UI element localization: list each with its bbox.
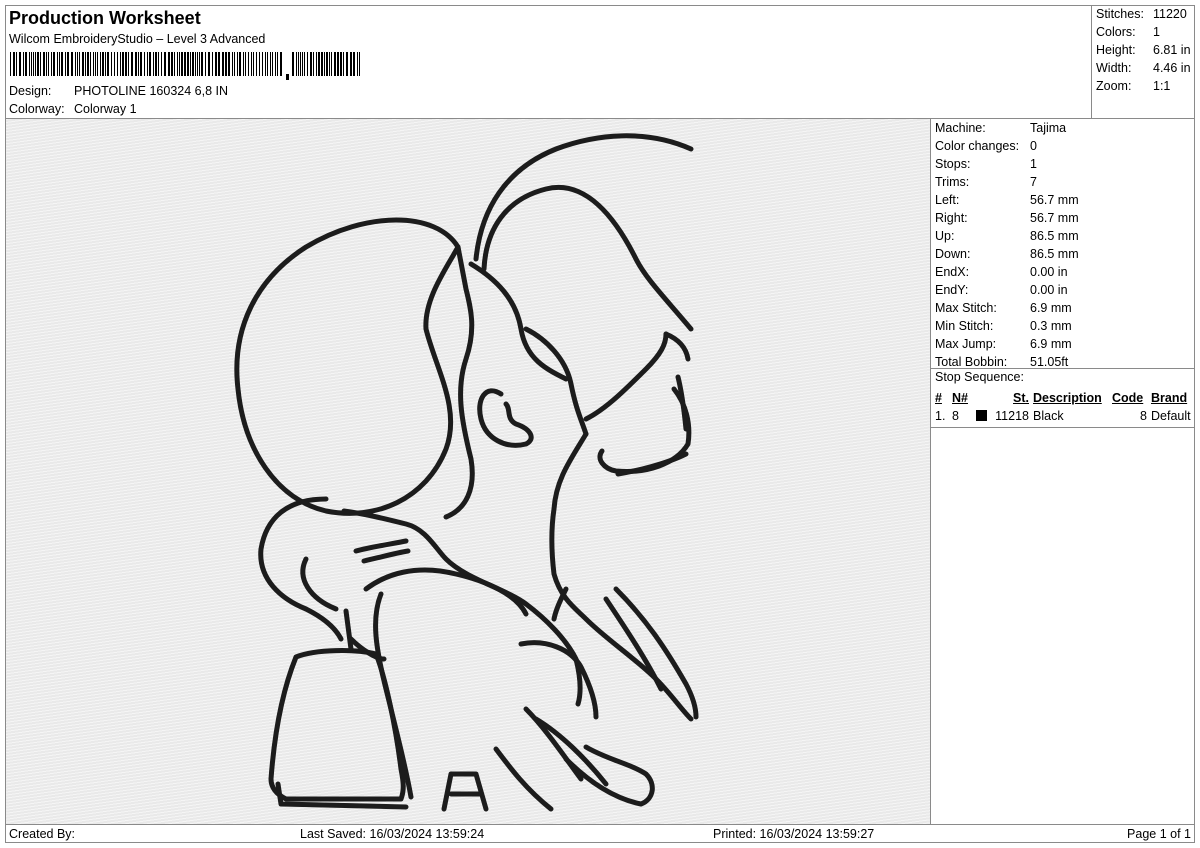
colorway-row: Colorway: Colorway 1 <box>9 102 137 116</box>
stop-description: Black <box>1033 409 1064 423</box>
stitches-row: Stitches: 11220 <box>1096 7 1187 21</box>
colorway-label: Colorway: <box>9 102 65 116</box>
detail-label: Right: <box>935 211 968 225</box>
detail-row: Up: 86.5 mm <box>935 227 1079 245</box>
stop-sequence-table: # N# St. Description Code Brand 1. 8 112… <box>935 389 1191 425</box>
zoom-label: Zoom: <box>1096 79 1132 93</box>
detail-row: EndY: 0.00 in <box>935 281 1068 299</box>
stop-code: 8 <box>1140 409 1147 423</box>
design-label: Design: <box>9 84 52 98</box>
stop-needle-cell: 8 <box>952 407 988 425</box>
worksheet-header: Production Worksheet Wilcom EmbroiderySt… <box>6 6 1091 118</box>
design-preview <box>6 119 931 824</box>
stop-sequence-title: Stop Sequence: <box>935 370 1024 384</box>
machine-info-panel: Machine: Tajima Color changes: 0 Stops: 1 T… <box>931 119 1194 824</box>
stop-needle: 8 <box>952 409 959 423</box>
stop-stitches: 11218 <box>995 409 1029 423</box>
printed-date: Printed: 16/03/2024 13:59:27 <box>713 827 875 841</box>
detail-value: 7 <box>1030 175 1037 189</box>
software-name: Wilcom EmbroideryStudio – Level 3 Advanc… <box>9 32 266 46</box>
detail-value: 0.3 mm <box>1030 319 1072 333</box>
height-label: Height: <box>1096 43 1136 57</box>
detail-value: Tajima <box>1030 121 1067 135</box>
zoom-row: Zoom: 1:1 <box>1096 79 1170 93</box>
detail-row: Max Stitch: 6.9 mm <box>935 299 1072 317</box>
detail-row: Stops: 1 <box>935 155 1037 173</box>
colors-row: Colors: 1 <box>1096 25 1160 39</box>
summary-box: Stitches: 11220 Colors: 1 Height: 6.81 in W… <box>1091 6 1195 118</box>
detail-value: 6.9 mm <box>1030 301 1072 315</box>
col-brand-header: Brand <box>1151 391 1188 405</box>
detail-value: 56.7 mm <box>1030 211 1079 225</box>
page-number: Page 1 of 1 <box>1127 827 1191 841</box>
col-stitches-header: St. <box>1013 391 1029 405</box>
stop-sequence-end-divider <box>931 427 1194 428</box>
detail-row: Right: 56.7 mm <box>935 209 1079 227</box>
design-row: Design: PHOTOLINE 160324 6,8 IN <box>9 84 228 98</box>
last-saved: Last Saved: 16/03/2024 13:59:24 <box>300 827 485 841</box>
colors-value: 1 <box>1153 25 1160 39</box>
detail-row: Color changes: 0 <box>935 137 1037 155</box>
col-needle-header: N# <box>952 391 968 405</box>
zoom-value: 1:1 <box>1153 79 1171 93</box>
stitches-label: Stitches: <box>1096 7 1144 21</box>
height-value: 6.81 in <box>1153 43 1191 57</box>
height-row: Height: 6.81 in <box>1096 43 1191 57</box>
worksheet-page: Production Worksheet Wilcom EmbroiderySt… <box>5 5 1195 843</box>
detail-label: Max Stitch: <box>935 301 997 315</box>
detail-label: Machine: <box>935 121 986 135</box>
detail-label: Up: <box>935 229 955 243</box>
stop-brand: Default <box>1151 409 1191 423</box>
stop-sequence-divider <box>931 368 1194 369</box>
detail-label: EndY: <box>935 283 969 297</box>
detail-value: 86.5 mm <box>1030 247 1079 261</box>
colors-label: Colors: <box>1096 25 1136 39</box>
width-row: Width: 4.46 in <box>1096 61 1191 75</box>
detail-label: Max Jump: <box>935 337 997 351</box>
page-title: Production Worksheet <box>9 8 201 28</box>
col-description-header: Description <box>1033 391 1102 405</box>
width-label: Width: <box>1096 61 1132 75</box>
detail-value: 51.05ft <box>1030 355 1069 369</box>
stitches-value: 11220 <box>1153 7 1187 21</box>
design-barcode <box>10 52 360 80</box>
col-num-header: # <box>935 391 942 405</box>
embroidery-design-image <box>234 133 699 812</box>
stop-sequence-row: 1. 8 11218 Black 8 Default <box>935 407 1191 425</box>
stop-num: 1. <box>935 409 946 423</box>
design-value: PHOTOLINE 160324 6,8 IN <box>74 84 229 98</box>
detail-label: EndX: <box>935 265 970 279</box>
detail-value: 6.9 mm <box>1030 337 1072 351</box>
detail-label: Left: <box>935 193 960 207</box>
detail-row: Left: 56.7 mm <box>935 191 1079 209</box>
detail-label: Min Stitch: <box>935 319 994 333</box>
detail-value: 1 <box>1030 157 1037 171</box>
detail-row: EndX: 0.00 in <box>935 263 1068 281</box>
detail-label: Down: <box>935 247 971 261</box>
detail-value: 56.7 mm <box>1030 193 1079 207</box>
detail-row: Trims: 7 <box>935 173 1037 191</box>
detail-label: Color changes: <box>935 139 1020 153</box>
color-swatch <box>976 410 988 421</box>
detail-value: 0.00 in <box>1030 283 1068 297</box>
detail-value: 86.5 mm <box>1030 229 1079 243</box>
detail-value: 0.00 in <box>1030 265 1068 279</box>
stop-sequence-header-row: # N# St. Description Code Brand <box>935 389 1191 407</box>
col-code-header: Code <box>1112 391 1144 405</box>
created-by: Created By: <box>9 827 76 841</box>
detail-row: Machine: Tajima <box>935 119 1066 137</box>
detail-row: Down: 86.5 mm <box>935 245 1079 263</box>
width-value: 4.46 in <box>1153 61 1191 75</box>
detail-label: Stops: <box>935 157 971 171</box>
detail-row: Max Jump: 6.9 mm <box>935 335 1072 353</box>
detail-row: Min Stitch: 0.3 mm <box>935 317 1072 335</box>
detail-value: 0 <box>1030 139 1037 153</box>
detail-label: Trims: <box>935 175 970 189</box>
worksheet-footer: Created By: Last Saved: 16/03/2024 13:59… <box>6 824 1194 843</box>
colorway-value: Colorway 1 <box>74 102 137 116</box>
